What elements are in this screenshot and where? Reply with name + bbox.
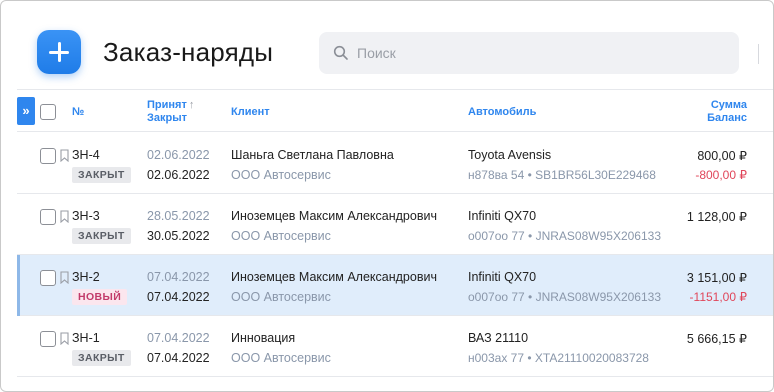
row-checkbox[interactable]	[40, 209, 56, 225]
closed-date: 02.06.2022	[147, 168, 210, 182]
selected-indicator	[17, 255, 20, 316]
search-input[interactable]	[357, 32, 727, 74]
order-sum: 1 128,00 ₽	[686, 210, 747, 224]
column-closed-label: Закрыт	[147, 112, 188, 124]
accepted-date: 07.04.2022	[147, 270, 210, 284]
table-row[interactable]: ЗН-1 ЗАКРЫТ 07.04.2022 07.04.2022 Иннова…	[17, 316, 773, 377]
row-checkbox[interactable]	[40, 270, 56, 286]
client-name: Иноземцев Максим Александрович	[231, 270, 437, 284]
row-checkbox[interactable]	[40, 148, 56, 164]
search-bar[interactable]	[319, 32, 739, 74]
table-row-selected[interactable]: ЗН-2 НОВЫЙ 07.04.2022 07.04.2022 Иноземц…	[17, 255, 773, 316]
accepted-date: 28.05.2022	[147, 209, 210, 223]
table-header: » № Принят ↑ Закрыт Клиент Автомобиль Сум…	[17, 89, 773, 132]
closed-date: 30.05.2022	[147, 229, 210, 243]
column-accepted[interactable]: Принят ↑ Закрыт	[147, 99, 194, 125]
column-client[interactable]: Клиент	[231, 106, 270, 119]
order-sum: 5 666,15 ₽	[686, 332, 747, 346]
bookmark-icon[interactable]	[60, 210, 69, 223]
car-plate-vin: н003ах 77 • XTA21110020083728	[468, 351, 649, 365]
car-model: Infiniti QX70	[468, 270, 537, 284]
order-number: ЗН-1	[72, 331, 100, 345]
car-model: Infiniti QX70	[468, 209, 537, 223]
client-name: Инновация	[231, 331, 296, 345]
table-row[interactable]: ЗН-4 ЗАКРЫТ 02.06.2022 02.06.2022 Шаньга…	[17, 133, 773, 194]
car-plate-vin: о007оо 77 • JNRAS08W95X206133	[468, 290, 662, 304]
column-sum[interactable]: Сумма Баланс	[707, 99, 747, 125]
order-sum: 3 151,00 ₽	[686, 271, 747, 285]
bookmark-icon[interactable]	[60, 149, 69, 162]
add-order-button[interactable]	[37, 30, 81, 74]
select-all-checkbox[interactable]	[40, 104, 56, 120]
client-name: Шаньга Светлана Павловна	[231, 148, 394, 162]
order-sum: 800,00 ₽	[697, 149, 747, 163]
order-number: ЗН-3	[72, 209, 100, 223]
divider	[758, 44, 759, 64]
client-name: Иноземцев Максим Александрович	[231, 209, 437, 223]
bookmark-icon[interactable]	[60, 332, 69, 345]
bookmark-icon[interactable]	[60, 271, 69, 284]
page-title: Заказ-наряды	[103, 37, 274, 67]
status-badge: ЗАКРЫТ	[72, 228, 131, 244]
closed-date: 07.04.2022	[147, 290, 210, 304]
client-org: ООО Автосервис	[231, 229, 331, 243]
table-row[interactable]: ЗН-3 ЗАКРЫТ 28.05.2022 30.05.2022 Инозем…	[17, 194, 773, 255]
sort-arrow-icon: ↑	[188, 99, 195, 111]
column-balance-label: Баланс	[707, 112, 747, 124]
status-badge: ЗАКРЫТ	[72, 167, 131, 183]
order-balance: -1151,00 ₽	[689, 290, 747, 304]
column-accepted-label: Принят	[147, 99, 187, 111]
client-org: ООО Автосервис	[231, 290, 331, 304]
status-badge: НОВЫЙ	[72, 289, 128, 305]
closed-date: 07.04.2022	[147, 351, 210, 365]
car-model: ВАЗ 21110	[468, 331, 529, 345]
expand-columns-button[interactable]: »	[17, 97, 35, 125]
car-plate-vin: н878ва 54 • SB1BR56L30E229468	[468, 168, 656, 182]
row-checkbox[interactable]	[40, 331, 56, 347]
search-icon	[333, 45, 348, 60]
column-sum-label: Сумма	[710, 99, 747, 111]
accepted-date: 07.04.2022	[147, 331, 210, 345]
order-balance: -800,00 ₽	[695, 168, 747, 182]
order-number: ЗН-2	[72, 270, 100, 284]
column-number[interactable]: №	[72, 106, 84, 119]
car-model: Toyota Avensis	[468, 148, 552, 162]
car-plate-vin: о007оо 77 • JNRAS08W95X206133	[468, 229, 662, 243]
column-car[interactable]: Автомобиль	[468, 106, 536, 119]
client-org: ООО Автосервис	[231, 351, 331, 365]
status-badge: ЗАКРЫТ	[72, 350, 131, 366]
accepted-date: 02.06.2022	[147, 148, 210, 162]
order-number: ЗН-4	[72, 148, 100, 162]
app-window: Заказ-наряды » № Принят↑ Закрыт Клиент А…	[0, 0, 774, 392]
client-org: ООО Автосервис	[231, 168, 331, 182]
